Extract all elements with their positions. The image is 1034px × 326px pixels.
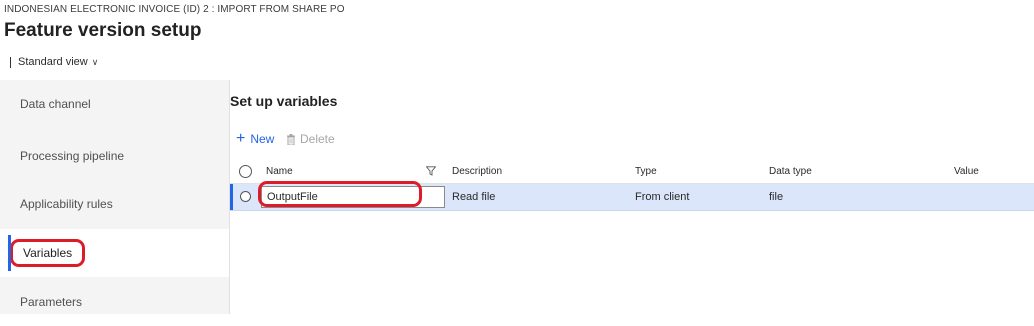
column-header-type[interactable]: Type [635,159,657,183]
plus-icon: + [236,130,246,147]
sidebar-item-label: Parameters [20,295,83,309]
view-selector[interactable]: Standard view ∨ [10,54,98,70]
breadcrumb: INDONESIAN ELECTRONIC INVOICE (ID) 2 : I… [4,4,345,15]
sidebar-item-variables[interactable]: Variables [0,229,229,277]
column-header-data-type[interactable]: Data type [769,159,812,183]
sidebar-item-label: Data channel [20,97,91,111]
description-cell[interactable]: Read file [452,184,495,210]
sidebar-item-data-channel[interactable]: Data channel [0,80,229,128]
sidebar: Data channel Processing pipeline Applica… [0,80,229,314]
row-select-radio[interactable] [240,191,251,202]
column-header-description[interactable]: Description [452,159,502,183]
divider [10,56,11,68]
sidebar-item-label: Processing pipeline [20,149,125,163]
delete-button-label: Delete [300,132,335,146]
trash-icon [287,133,295,145]
table-row[interactable]: OutputFile Read file From client file [230,181,1034,211]
column-header-value[interactable]: Value [954,159,979,183]
new-button[interactable]: + New [236,130,275,147]
data-type-cell[interactable]: file [769,184,783,210]
column-header-name[interactable]: Name [266,159,293,183]
sidebar-item-processing-pipeline[interactable]: Processing pipeline [0,132,229,180]
section-title: Set up variables [230,93,338,109]
view-selector-label: Standard view [18,56,88,68]
filter-icon[interactable] [426,166,436,176]
type-cell[interactable]: From client [635,184,689,210]
delete-button[interactable]: Delete [286,132,335,146]
sidebar-item-label: Variables [10,239,86,267]
sidebar-item-label: Applicability rules [20,197,113,211]
sidebar-item-parameters[interactable]: Parameters [0,278,229,326]
highlight-outline [258,181,422,207]
sidebar-item-applicability-rules[interactable]: Applicability rules [0,180,229,228]
new-button-label: New [250,132,275,146]
variables-grid: Name Description Type Data type Value Ou… [230,159,1034,211]
select-all-radio[interactable] [239,165,252,178]
chevron-down-icon: ∨ [91,56,99,67]
page-title: Feature version setup [4,20,202,41]
